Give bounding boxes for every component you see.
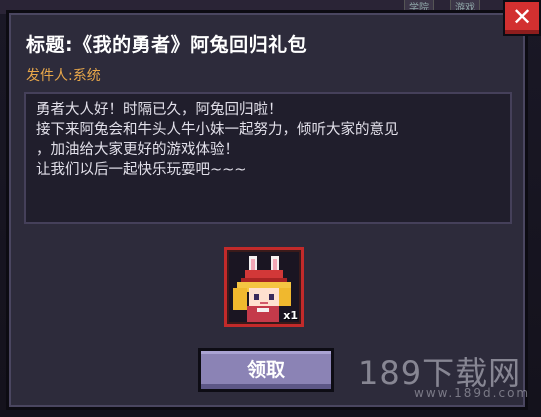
close-icon: ✕	[511, 3, 533, 31]
close-button[interactable]: ✕	[503, 0, 541, 36]
game-screen: 学院 游戏 标题:《我的勇者》阿兔回归礼包 发件人:系统 勇者大人好！时隔已久，…	[0, 0, 541, 417]
watermark-url: www.189d.com	[414, 386, 531, 400]
mail-body-line: 让我们以后一起快乐玩耍吧~~~	[36, 162, 247, 178]
mail-sender: 发件人:系统	[26, 68, 101, 84]
claim-button[interactable]: 领取	[198, 348, 334, 392]
mail-body-line: 接下来阿兔会和牛头人牛小妹一起努力，倾听大家的意见	[36, 122, 399, 138]
mail-body-line: ，加油给大家更好的游戏体验！	[36, 142, 239, 158]
mail-title: 标题:《我的勇者》阿兔回归礼包	[26, 34, 308, 56]
attachment-slot[interactable]: x1	[224, 247, 304, 327]
mail-body: 勇者大人好！时隔已久，阿兔回归啦！ 接下来阿兔会和牛头人牛小妹一起努力，倾听大家…	[24, 92, 512, 224]
attachment-count: x1	[283, 309, 298, 322]
mail-body-line: 勇者大人好！时隔已久，阿兔回归啦！	[36, 102, 283, 118]
